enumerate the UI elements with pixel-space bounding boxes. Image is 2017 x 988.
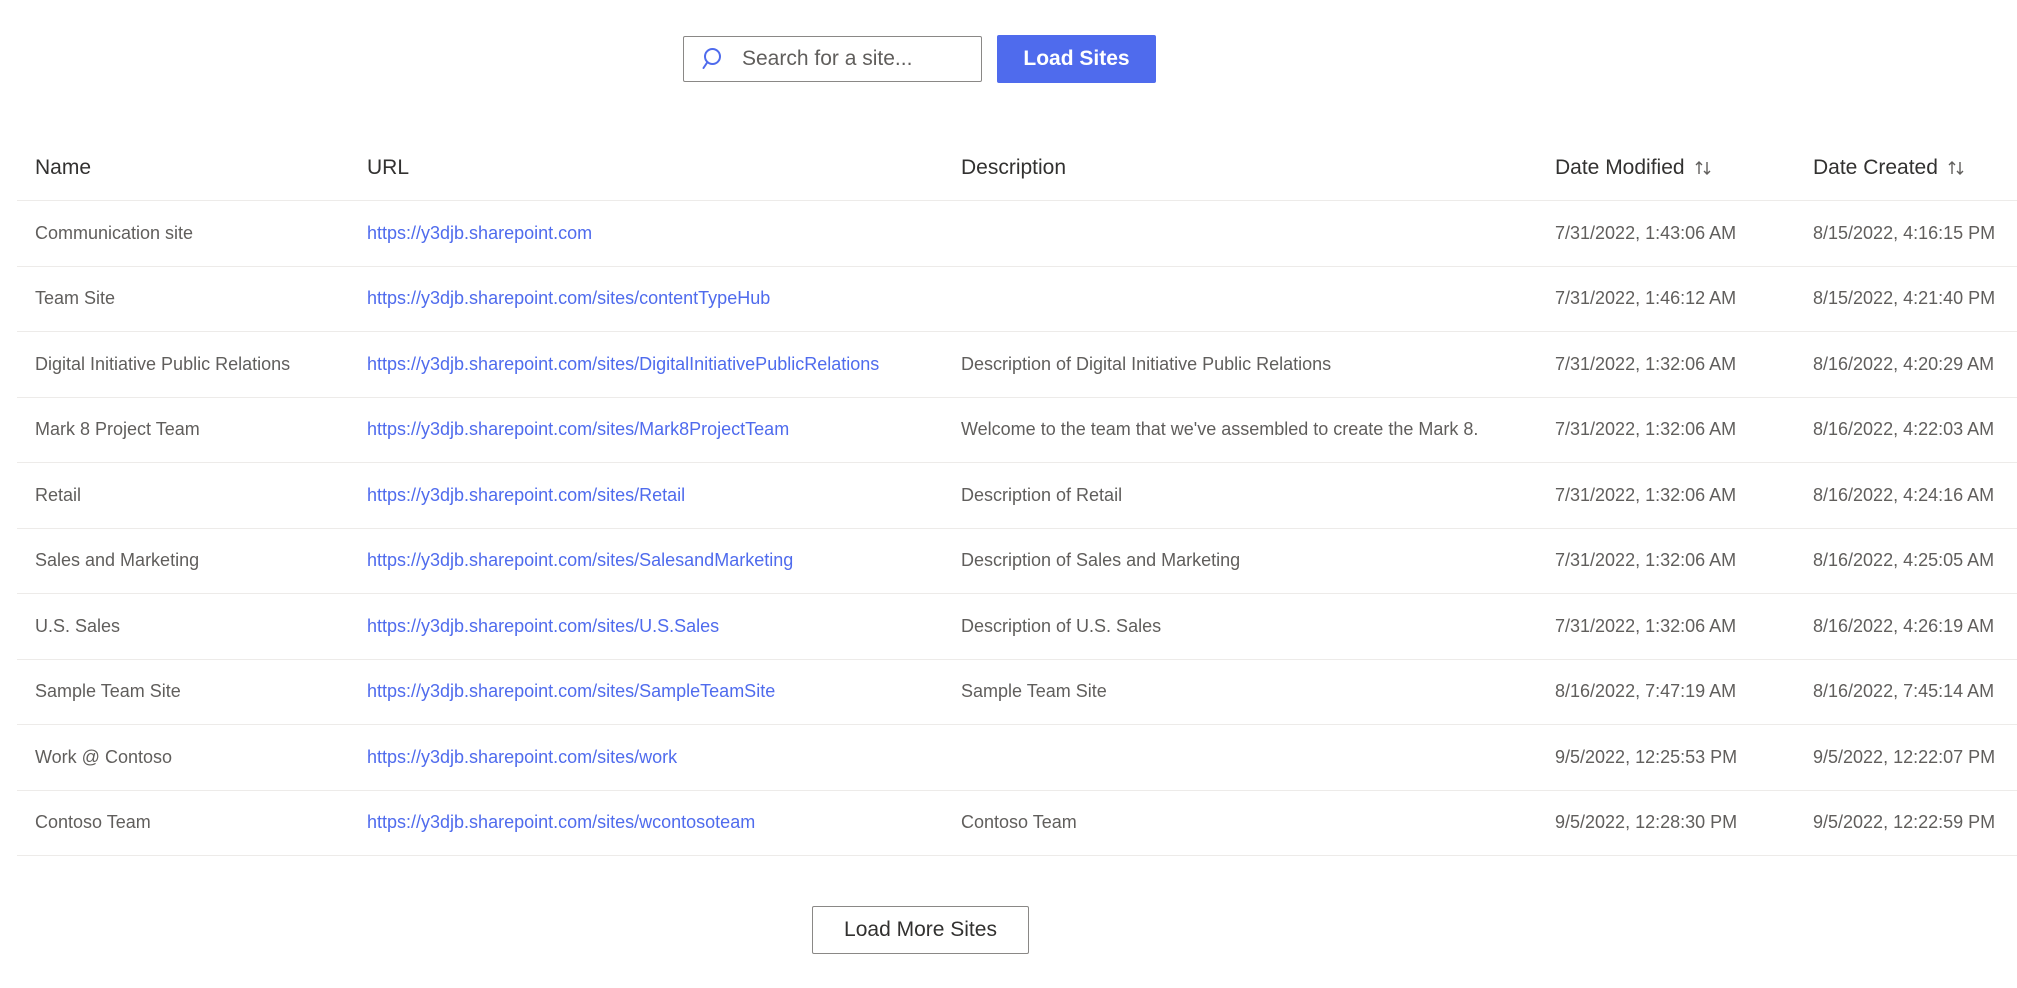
cell-url-link[interactable]: https://y3djb.sharepoint.com/sites/work bbox=[349, 747, 943, 768]
cell-date-created: 8/16/2022, 7:45:14 AM bbox=[1813, 681, 1995, 702]
table-row[interactable]: Communication site https://y3djb.sharepo… bbox=[17, 201, 2017, 267]
search-input[interactable] bbox=[740, 46, 1015, 72]
table-header: Name URL Description Date Modified Date … bbox=[17, 135, 2017, 201]
cell-date-modified: 7/31/2022, 1:32:06 AM bbox=[1555, 550, 1737, 571]
cell-name: Sales and Marketing bbox=[35, 550, 200, 571]
table-row[interactable]: Mark 8 Project Team https://y3djb.sharep… bbox=[17, 398, 2017, 463]
column-header-label: Description bbox=[961, 155, 1067, 179]
cell-url-link[interactable]: https://y3djb.sharepoint.com/sites/Mark8… bbox=[349, 419, 943, 440]
page: Load Sites Name URL Description Date Mod… bbox=[0, 0, 2017, 988]
cell-url-link[interactable]: https://y3djb.sharepoint.com/sites/conte… bbox=[349, 288, 943, 309]
cell-date-modified: 7/31/2022, 1:32:06 AM bbox=[1555, 419, 1737, 440]
cell-url-link[interactable]: https://y3djb.sharepoint.com/sites/Sales… bbox=[349, 550, 943, 571]
column-header-label: URL bbox=[367, 155, 410, 179]
cell-date-created: 8/15/2022, 4:21:40 PM bbox=[1813, 288, 1996, 309]
cell-date-modified: 7/31/2022, 1:46:12 AM bbox=[1555, 288, 1737, 309]
cell-date-modified: 9/5/2022, 12:28:30 PM bbox=[1555, 812, 1738, 833]
cell-name: Retail bbox=[35, 484, 82, 505]
table-row[interactable]: Digital Initiative Public Relations http… bbox=[17, 332, 2017, 398]
cell-url-link[interactable]: https://y3djb.sharepoint.com bbox=[349, 223, 943, 244]
cell-date-modified: 9/5/2022, 12:25:53 PM bbox=[1555, 746, 1738, 767]
sort-icon[interactable] bbox=[1946, 158, 1966, 178]
cell-date-created: 8/16/2022, 4:22:03 AM bbox=[1813, 419, 1995, 440]
column-header-date-created[interactable]: Date Created bbox=[1795, 156, 2017, 180]
search-box[interactable] bbox=[683, 36, 1015, 82]
cell-url-link[interactable]: https://y3djb.sharepoint.com/sites/Digit… bbox=[349, 354, 943, 375]
cell-description: Sample Team Site bbox=[961, 681, 1107, 702]
cell-date-created: 8/16/2022, 4:24:16 AM bbox=[1813, 484, 1995, 505]
cell-url-link[interactable]: https://y3djb.sharepoint.com/sites/Sampl… bbox=[349, 681, 943, 702]
table-row[interactable]: Team Site https://y3djb.sharepoint.com/s… bbox=[17, 267, 2017, 332]
cell-date-created: 8/16/2022, 4:20:29 AM bbox=[1813, 353, 1995, 374]
load-sites-button[interactable]: Load Sites bbox=[997, 35, 1156, 83]
cell-description: Description of Sales and Marketing bbox=[961, 550, 1241, 571]
cell-description: Description of Digital Initiative Public… bbox=[961, 353, 1332, 374]
cell-description: Welcome to the team that we've assembled… bbox=[961, 419, 1479, 440]
cell-name: U.S. Sales bbox=[35, 615, 121, 636]
load-more-sites-button[interactable]: Load More Sites bbox=[812, 906, 1029, 954]
cell-url-link[interactable]: https://y3djb.sharepoint.com/sites/wcont… bbox=[349, 812, 943, 833]
column-header-label: Date Modified bbox=[1555, 155, 1685, 179]
cell-date-modified: 7/31/2022, 1:32:06 AM bbox=[1555, 353, 1737, 374]
column-header-description[interactable]: Description bbox=[943, 156, 1537, 180]
cell-date-modified: 7/31/2022, 1:43:06 AM bbox=[1555, 222, 1737, 243]
table-row[interactable]: Retail https://y3djb.sharepoint.com/site… bbox=[17, 463, 2017, 529]
table-row[interactable]: U.S. Sales https://y3djb.sharepoint.com/… bbox=[17, 594, 2017, 660]
cell-date-created: 8/16/2022, 4:26:19 AM bbox=[1813, 615, 1995, 636]
cell-url-link[interactable]: https://y3djb.sharepoint.com/sites/U.S.S… bbox=[349, 616, 943, 637]
table-row[interactable]: Sample Team Site https://y3djb.sharepoin… bbox=[17, 660, 2017, 725]
cell-date-modified: 8/16/2022, 7:47:19 AM bbox=[1555, 681, 1737, 702]
cell-name: Digital Initiative Public Relations bbox=[35, 353, 291, 374]
column-header-url[interactable]: URL bbox=[349, 156, 943, 180]
sort-icon[interactable] bbox=[1693, 158, 1713, 178]
cell-name: Sample Team Site bbox=[35, 681, 181, 702]
cell-name: Team Site bbox=[35, 288, 116, 309]
column-header-label: Date Created bbox=[1813, 155, 1938, 179]
cell-url-link[interactable]: https://y3djb.sharepoint.com/sites/Retai… bbox=[349, 485, 943, 506]
cell-description: Description of Retail bbox=[961, 484, 1123, 505]
table-row[interactable]: Work @ Contoso https://y3djb.sharepoint.… bbox=[17, 725, 2017, 791]
toolbar: Load Sites bbox=[683, 35, 1156, 83]
sites-table: Name URL Description Date Modified Date … bbox=[17, 135, 2017, 856]
cell-name: Communication site bbox=[35, 222, 194, 243]
cell-date-created: 8/16/2022, 4:25:05 AM bbox=[1813, 550, 1995, 571]
cell-name: Mark 8 Project Team bbox=[35, 419, 200, 440]
search-icon bbox=[702, 46, 728, 72]
table-row[interactable]: Contoso Team https://y3djb.sharepoint.co… bbox=[17, 791, 2017, 856]
cell-description: Contoso Team bbox=[961, 812, 1077, 833]
cell-name: Work @ Contoso bbox=[35, 746, 172, 767]
cell-date-created: 8/15/2022, 4:16:15 PM bbox=[1813, 222, 1996, 243]
column-header-name[interactable]: Name bbox=[17, 156, 349, 180]
table-row[interactable]: Sales and Marketing https://y3djb.sharep… bbox=[17, 529, 2017, 594]
cell-name: Contoso Team bbox=[35, 812, 151, 833]
column-header-label: Name bbox=[35, 155, 92, 179]
cell-date-modified: 7/31/2022, 1:32:06 AM bbox=[1555, 484, 1737, 505]
cell-date-modified: 7/31/2022, 1:32:06 AM bbox=[1555, 615, 1737, 636]
cell-date-created: 9/5/2022, 12:22:07 PM bbox=[1813, 746, 1996, 767]
column-header-date-modified[interactable]: Date Modified bbox=[1537, 156, 1795, 180]
cell-date-created: 9/5/2022, 12:22:59 PM bbox=[1813, 812, 1996, 833]
cell-description: Description of U.S. Sales bbox=[961, 615, 1162, 636]
